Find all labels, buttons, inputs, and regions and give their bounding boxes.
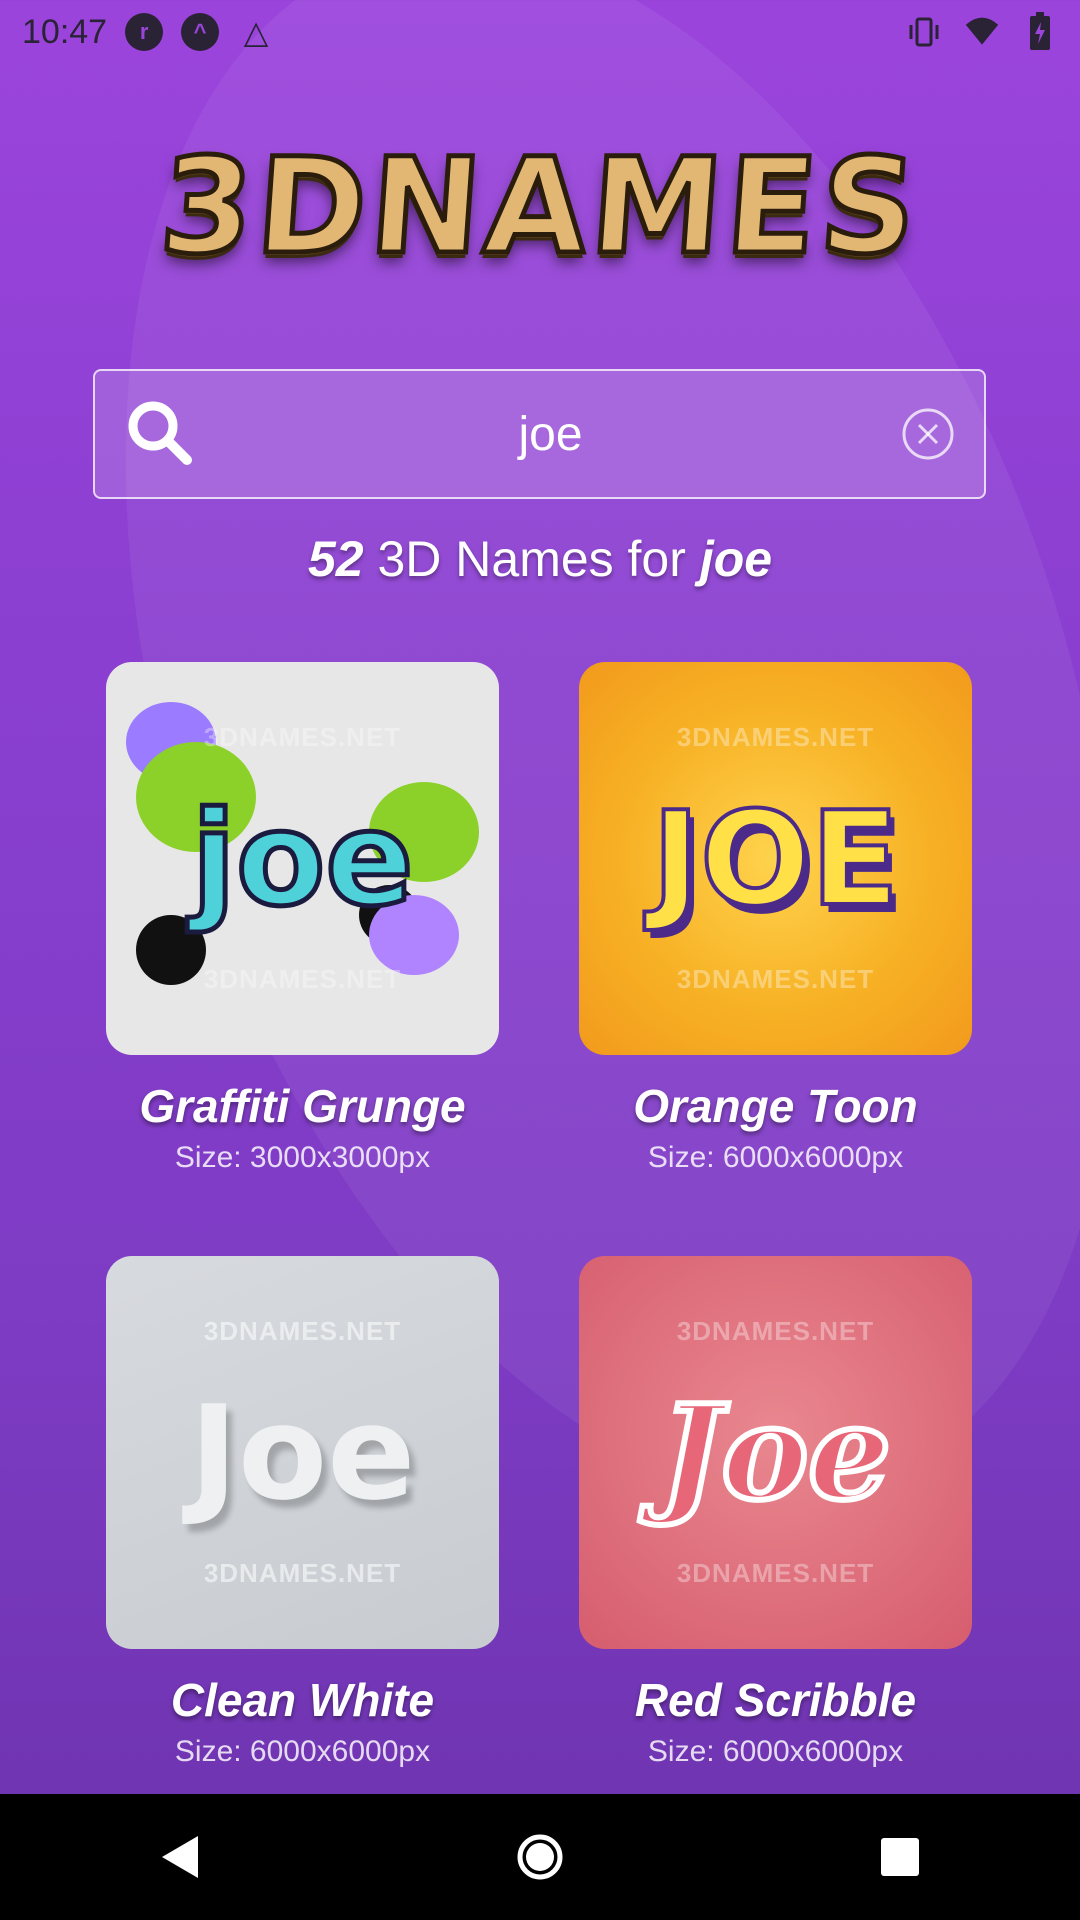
watermark-text: 3DNAMES.NET (676, 964, 875, 994)
watermark-text: 3DNAMES.NET (203, 1558, 402, 1588)
arrow-up-circle-icon: ^ (181, 13, 220, 51)
system-nav-bar (0, 1794, 1080, 1920)
app-logo: 3DNAMES (153, 128, 927, 287)
results-label: 3D Names for (377, 531, 686, 587)
status-bar: 10:47 r ^ △ (0, 0, 1080, 64)
vibrate-icon (906, 14, 942, 50)
card-title[interactable]: Graffiti Grunge (106, 1079, 499, 1133)
card-title[interactable]: Clean White (106, 1673, 499, 1727)
card-title[interactable]: Orange Toon (579, 1079, 972, 1133)
name-card[interactable]: 3DNAMES.NET JOE 3DNAMES.NET Orange Toon … (579, 662, 972, 1175)
thumbnail-word: joe (189, 780, 416, 937)
triangle-outline-icon: △ (243, 14, 269, 50)
search-input[interactable] (201, 405, 900, 463)
thumbnail-word: Joe (189, 1376, 416, 1529)
thumbnail-word: Joe (657, 1373, 894, 1532)
watermark-text: 3DNAMES.NET (676, 1316, 875, 1346)
watermark-text: 3DNAMES.NET (203, 722, 402, 752)
thumbnail-word: JOE (650, 781, 902, 937)
card-size: Size: 6000x6000px (647, 1141, 904, 1174)
results-query: joe (699, 531, 773, 587)
logo-container: 3DNAMES (0, 128, 1080, 287)
watermark-text: 3DNAMES.NET (676, 1558, 875, 1588)
card-title[interactable]: Red Scribble (579, 1673, 972, 1727)
card-thumbnail[interactable]: 3DNAMES.NET Joe 3DNAMES.NET (106, 1256, 499, 1649)
notification-app-icon: r (125, 13, 164, 51)
watermark-text: 3DNAMES.NET (203, 964, 402, 994)
watermark-text: 3DNAMES.NET (676, 722, 875, 752)
home-icon[interactable] (510, 1827, 570, 1887)
card-size: Size: 3000x3000px (174, 1141, 431, 1174)
wifi-icon (964, 14, 1000, 50)
results-heading: 52 3D Names for joe (0, 530, 1080, 588)
card-size: Size: 6000x6000px (647, 1735, 904, 1768)
card-size: Size: 6000x6000px (174, 1735, 431, 1768)
name-card[interactable]: 3DNAMES.NET Joe 3DNAMES.NET Clean White … (106, 1256, 499, 1769)
results-count: 52 (307, 531, 364, 587)
search-icon[interactable] (121, 394, 201, 474)
recents-icon[interactable] (870, 1827, 930, 1887)
clear-icon[interactable] (900, 406, 956, 462)
battery-charging-icon (1022, 12, 1058, 50)
search-bar[interactable] (93, 369, 986, 499)
status-left: 10:47 r ^ △ (22, 13, 275, 52)
card-thumbnail[interactable]: 3DNAMES.NET joe 3DNAMES.NET (106, 662, 499, 1055)
back-icon[interactable] (150, 1827, 210, 1887)
name-card[interactable]: 3DNAMES.NET joe 3DNAMES.NET Graffiti Gru… (106, 662, 499, 1175)
name-card[interactable]: 3DNAMES.NET Joe 3DNAMES.NET Red Scribble… (579, 1256, 972, 1769)
card-thumbnail[interactable]: 3DNAMES.NET JOE 3DNAMES.NET (579, 662, 972, 1055)
watermark-text: 3DNAMES.NET (203, 1316, 402, 1346)
card-thumbnail[interactable]: 3DNAMES.NET Joe 3DNAMES.NET (579, 1256, 972, 1649)
status-right (906, 12, 1058, 50)
status-time: 10:47 (22, 12, 108, 51)
